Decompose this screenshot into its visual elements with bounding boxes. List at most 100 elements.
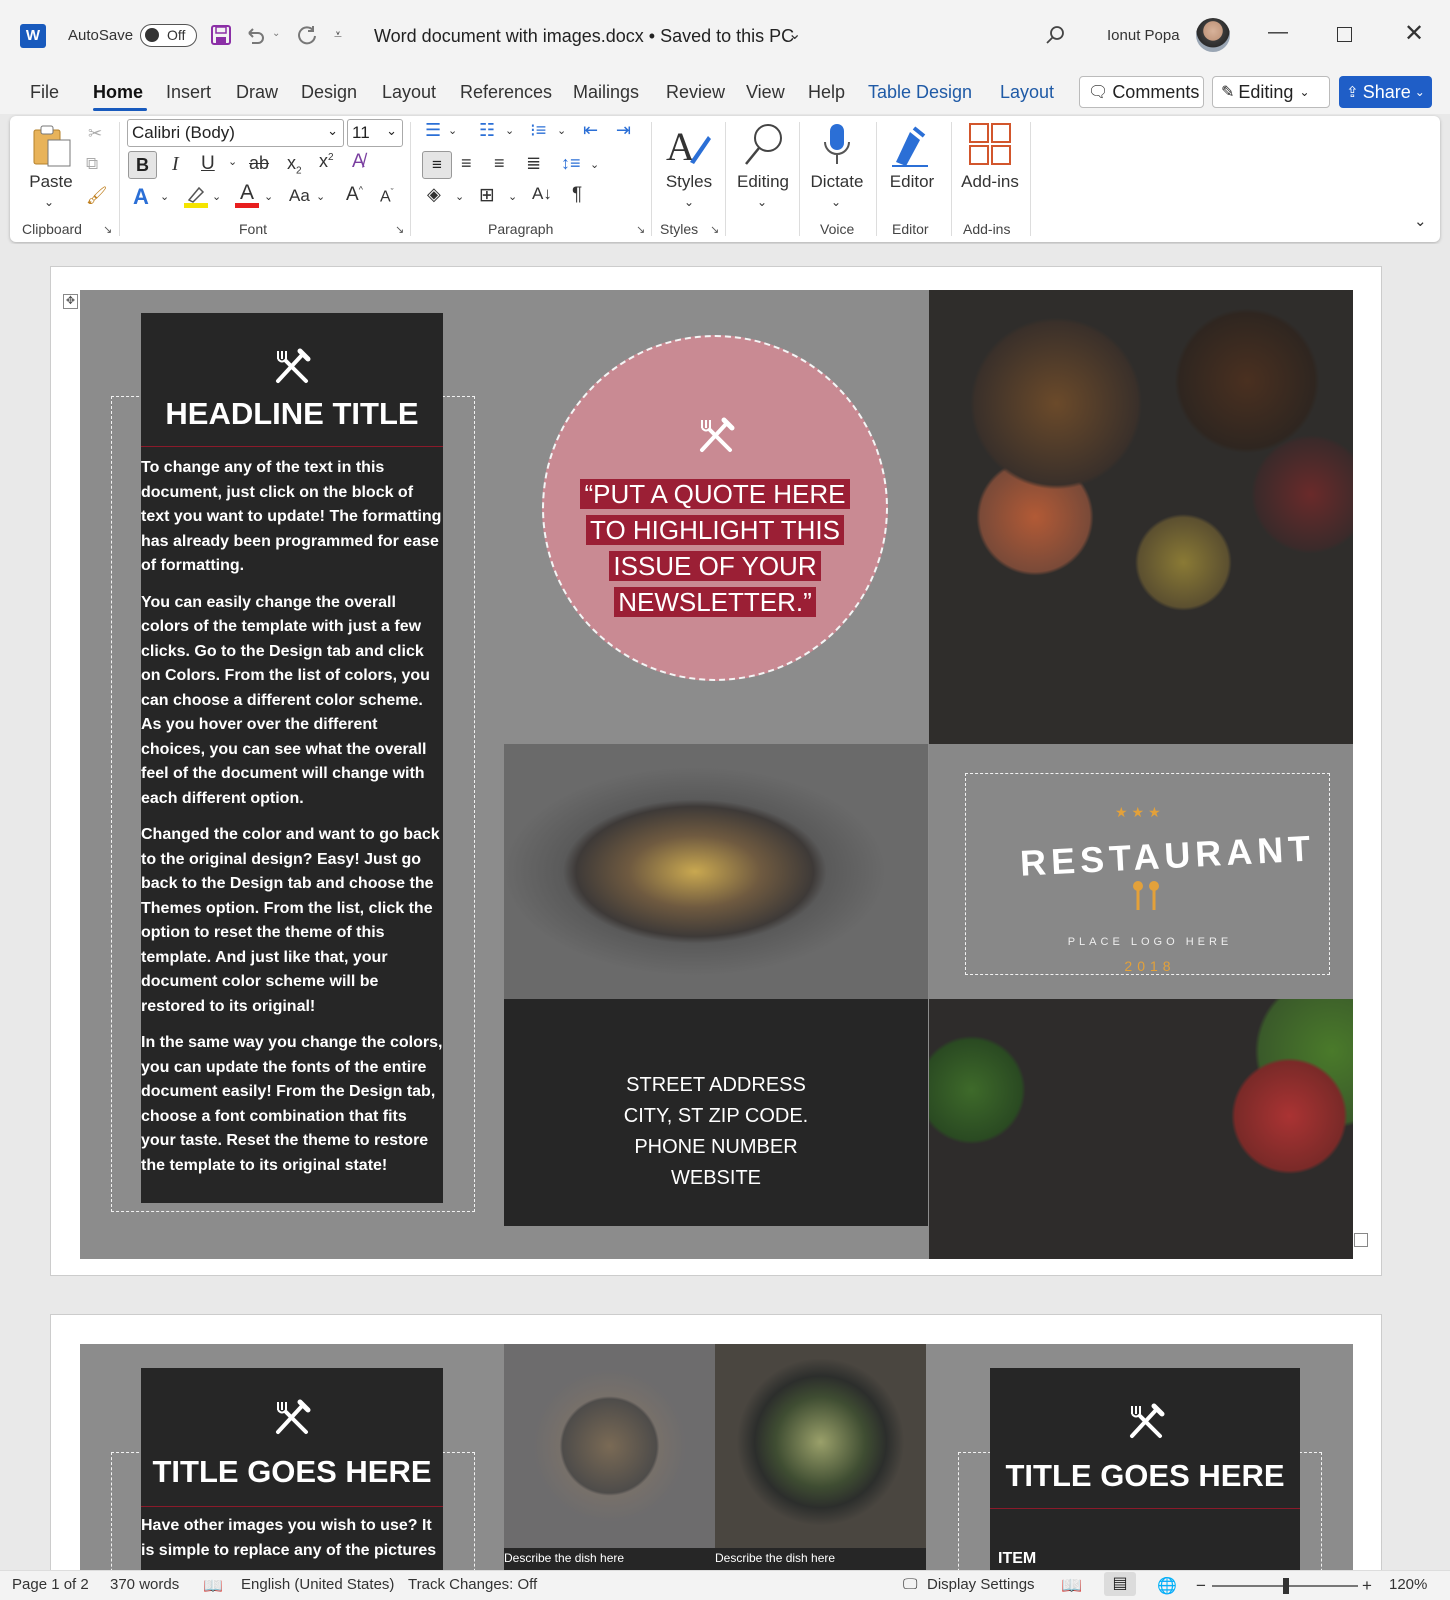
read-mode-icon[interactable]: 📖 <box>1061 1576 1082 1596</box>
document-title[interactable]: Word document with images.docx • Saved t… <box>374 26 794 47</box>
find-icon[interactable] <box>740 122 788 168</box>
redo-icon[interactable] <box>294 22 320 48</box>
numbering-icon[interactable]: ☷ <box>479 120 495 141</box>
bullets-icon[interactable]: ☰ <box>425 120 441 141</box>
menu-home[interactable]: Home <box>93 82 143 103</box>
shading-icon[interactable]: ◈ <box>427 184 441 205</box>
dialog-launcher-icon[interactable]: ↘ <box>395 223 404 236</box>
zoom-out-icon[interactable]: − <box>1196 1576 1206 1596</box>
format-painter-icon[interactable]: 🖌 <box>86 186 108 206</box>
multilevel-dropdown-icon[interactable]: ⌄ <box>557 124 566 137</box>
body-paragraph[interactable]: In the same way you change the colors, y… <box>141 1031 443 1178</box>
cut-icon[interactable]: ✂ <box>88 124 102 144</box>
shrink-font-icon[interactable]: Aˇ <box>380 187 394 206</box>
increase-indent-icon[interactable]: ⇥ <box>616 120 631 141</box>
menu-table-design[interactable]: Table Design <box>868 82 972 103</box>
autosave-toggle[interactable]: Off <box>140 24 197 47</box>
headline-title[interactable]: HEADLINE TITLE <box>141 396 443 432</box>
menu-table-layout[interactable]: Layout <box>1000 82 1054 103</box>
zoom-in-icon[interactable]: + <box>1362 1576 1372 1596</box>
proofing-icon[interactable]: 📖 <box>203 1576 223 1596</box>
collapse-ribbon-icon[interactable]: ⌄ <box>1414 212 1427 230</box>
show-formatting-icon[interactable]: ¶ <box>572 184 582 206</box>
font-color-dropdown-icon[interactable]: ⌄ <box>264 190 273 203</box>
borders-dropdown-icon[interactable]: ⌄ <box>508 190 517 203</box>
paste-label[interactable]: Paste <box>28 172 74 192</box>
numbering-dropdown-icon[interactable]: ⌄ <box>505 124 514 137</box>
dictate-dropdown-icon[interactable]: ⌄ <box>831 195 841 209</box>
editing-dropdown-icon[interactable]: ⌄ <box>757 195 767 209</box>
styles-icon[interactable]: A <box>664 122 712 169</box>
editor-label[interactable]: Editor <box>882 172 942 192</box>
web-layout-icon[interactable]: 🌐 <box>1157 1576 1177 1596</box>
table-move-handle-icon[interactable]: ✥ <box>63 294 78 309</box>
microphone-icon[interactable] <box>822 122 852 168</box>
align-left-button[interactable]: ≡ <box>422 151 452 179</box>
dialog-launcher-icon[interactable]: ↘ <box>636 223 645 236</box>
user-name[interactable]: Ionut Popa <box>1107 27 1180 44</box>
bullets-dropdown-icon[interactable]: ⌄ <box>448 124 457 137</box>
comments-button[interactable]: 🗨 Comments <box>1079 76 1204 108</box>
underline-button[interactable]: U <box>201 153 215 175</box>
search-icon[interactable] <box>1042 22 1068 48</box>
addins-icon[interactable] <box>968 122 1012 166</box>
italic-button[interactable]: I <box>172 153 179 176</box>
change-case-icon[interactable]: Aa <box>289 186 310 206</box>
print-layout-icon[interactable]: ▤ <box>1104 1572 1136 1596</box>
left-body-text[interactable]: Have other images you wish to use? It is… <box>141 1514 443 1563</box>
font-size-select[interactable]: 11 ⌄ <box>347 119 403 147</box>
highlight-dropdown-icon[interactable]: ⌄ <box>212 190 221 203</box>
menu-view[interactable]: View <box>746 82 785 103</box>
customize-qat-icon[interactable]: ⩡ <box>334 26 342 43</box>
dialog-launcher-icon[interactable]: ↘ <box>103 223 112 236</box>
dialog-launcher-icon[interactable]: ↘ <box>710 223 719 236</box>
menu-mailings[interactable]: Mailings <box>573 82 639 103</box>
user-avatar[interactable] <box>1196 18 1230 52</box>
strikethrough-button[interactable]: ab <box>249 153 269 174</box>
dish-caption-2[interactable]: Describe the dish here <box>715 1548 926 1570</box>
language-indicator[interactable]: English (United States) <box>241 1576 394 1593</box>
save-icon[interactable] <box>208 22 234 48</box>
justify-icon[interactable]: ≣ <box>526 153 541 174</box>
multilevel-list-icon[interactable]: ⁝≡ <box>530 120 546 141</box>
align-center-icon[interactable]: ≡ <box>461 153 472 174</box>
superscript-button[interactable]: x2 <box>319 151 334 172</box>
display-settings[interactable]: Display Settings <box>927 1576 1035 1593</box>
dictate-label[interactable]: Dictate <box>806 172 868 192</box>
editor-icon[interactable] <box>888 122 936 168</box>
dish-photo-2[interactable] <box>715 1344 926 1548</box>
paste-dropdown-icon[interactable]: ⌄ <box>44 195 54 209</box>
close-icon[interactable]: ✕ <box>1404 19 1424 48</box>
word-count[interactable]: 370 words <box>110 1576 179 1593</box>
grow-font-icon[interactable]: A^ <box>346 184 363 206</box>
font-color-icon[interactable]: A <box>235 182 259 209</box>
menu-insert[interactable]: Insert <box>166 82 211 103</box>
display-settings-icon[interactable]: 🖵 <box>903 1576 917 1593</box>
left-title[interactable]: TITLE GOES HERE <box>141 1454 443 1490</box>
menu-draw[interactable]: Draw <box>236 82 278 103</box>
title-chevron-icon[interactable]: ⌄ <box>788 24 801 44</box>
change-case-dropdown-icon[interactable]: ⌄ <box>316 190 325 203</box>
styles-dropdown-icon[interactable]: ⌄ <box>684 195 694 209</box>
undo-dropdown-icon[interactable]: ⌄ <box>272 28 280 39</box>
decrease-indent-icon[interactable]: ⇤ <box>583 120 598 141</box>
body-paragraph[interactable]: Changed the color and want to go back to… <box>141 823 443 1019</box>
addins-label[interactable]: Add-ins <box>956 172 1024 192</box>
subscript-button[interactable]: x2 <box>287 153 302 177</box>
menu-file[interactable]: File <box>30 82 59 103</box>
spices-photo[interactable] <box>929 290 1353 744</box>
body-paragraph[interactable]: To change any of the text in this docume… <box>141 456 443 579</box>
align-right-icon[interactable]: ≡ <box>494 153 505 174</box>
minimize-icon[interactable]: — <box>1268 21 1288 44</box>
menu-review[interactable]: Review <box>666 82 725 103</box>
menu-references[interactable]: References <box>460 82 552 103</box>
document-canvas[interactable]: ✥ HEADLINE TITLE To change any of the te… <box>0 244 1450 1570</box>
styles-label[interactable]: Styles <box>662 172 716 192</box>
highlight-color-icon[interactable] <box>183 184 208 208</box>
track-changes-status[interactable]: Track Changes: Off <box>408 1576 537 1593</box>
editing-label[interactable]: Editing <box>732 172 794 192</box>
maximize-icon[interactable] <box>1337 27 1352 42</box>
clear-formatting-icon[interactable]: A̸ <box>352 151 365 173</box>
menu-design[interactable]: Design <box>301 82 357 103</box>
line-spacing-dropdown-icon[interactable]: ⌄ <box>590 158 599 171</box>
